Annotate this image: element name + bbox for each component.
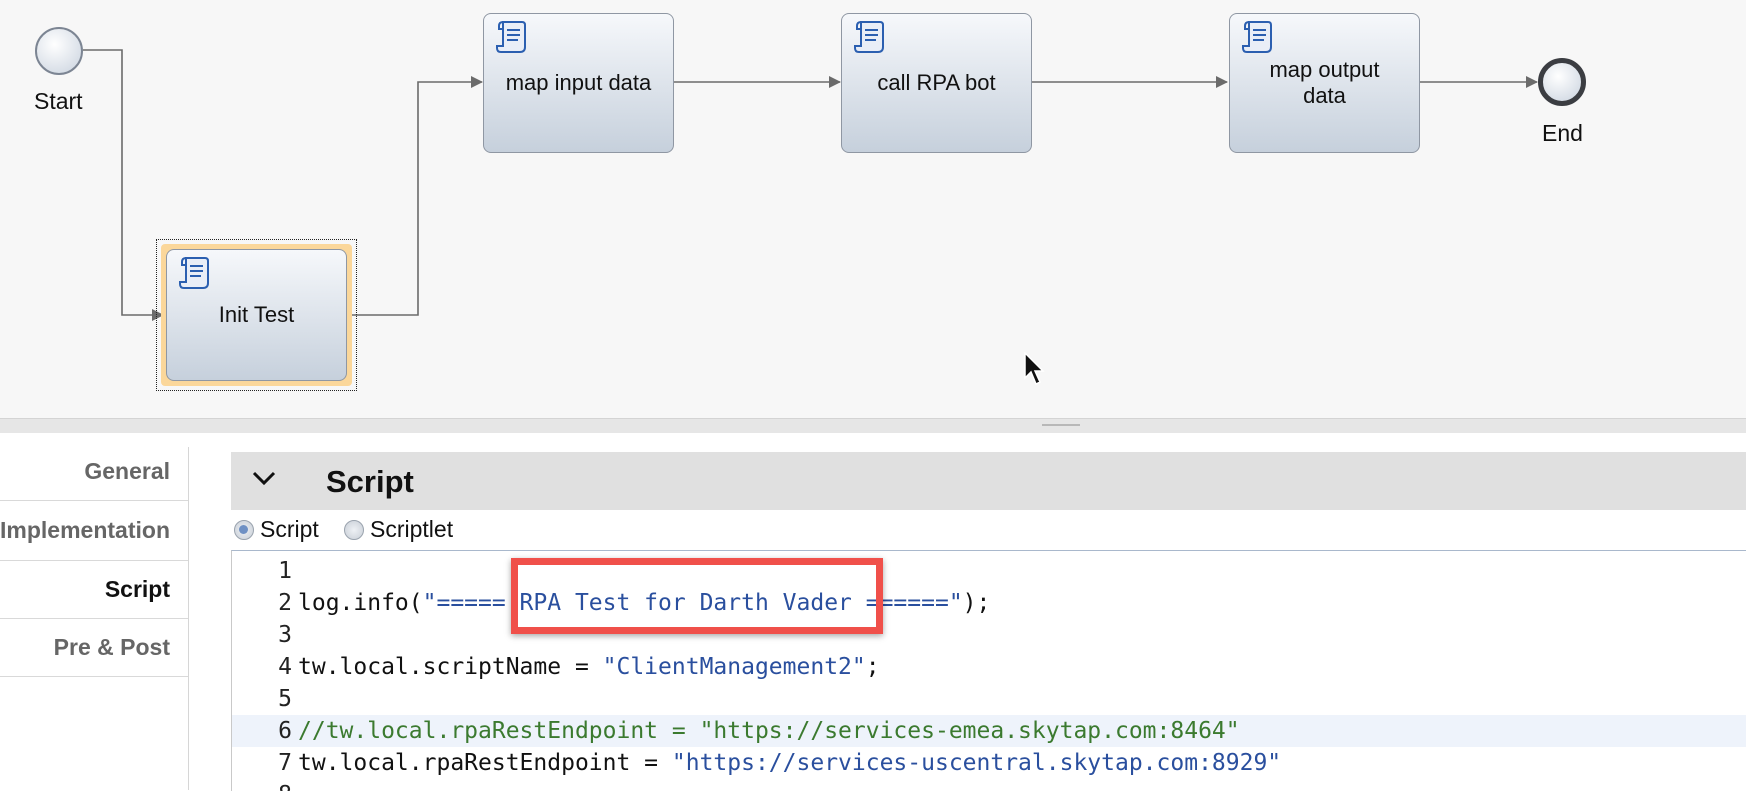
radio-label: Scriptlet <box>370 516 454 542</box>
line-number: 8 <box>232 779 292 791</box>
code-line[interactable]: 3 <box>232 619 1746 651</box>
tab-divider <box>0 500 188 501</box>
line-number: 4 <box>278 654 292 680</box>
comment-token: //tw.local.rpaRestEndpoint = "https://se… <box>298 718 1240 744</box>
code-text: //tw.local.rpaRestEndpoint = "https://se… <box>298 715 1240 747</box>
script-icon <box>854 21 884 53</box>
tab-divider <box>0 618 188 619</box>
task-label: map input data <box>505 70 652 95</box>
code-token: log.info( <box>298 590 423 616</box>
start-event[interactable] <box>35 27 83 75</box>
code-token: ); <box>962 590 991 616</box>
process-diagram-canvas[interactable]: Start Init Test map input data call RPA … <box>0 0 1746 418</box>
code-line[interactable]: 8 <box>232 779 1746 791</box>
tab-script[interactable]: Script <box>105 576 170 603</box>
tab-divider <box>0 560 188 561</box>
line-number: 1 <box>278 558 292 584</box>
line-number: 2 <box>278 590 292 616</box>
code-token: tw.local.scriptName = <box>298 654 603 680</box>
end-event-label: End <box>1542 120 1583 146</box>
code-line[interactable]: 1 <box>232 555 1746 587</box>
script-icon <box>496 21 526 53</box>
mouse-cursor-icon <box>1024 352 1045 386</box>
code-line[interactable]: 6//tw.local.rpaRestEndpoint = "https://s… <box>232 715 1746 747</box>
flow-init-to-map-input <box>352 76 483 316</box>
code-line[interactable]: 2 log.info("===== RPA Test for Darth Vade… <box>232 587 1746 619</box>
code-line[interactable]: 7 tw.local.rpaRestEndpoint = "https://ser… <box>232 747 1746 779</box>
radio-button[interactable] <box>344 519 364 540</box>
task-init-test[interactable]: Init Test <box>166 249 347 381</box>
line-number: 6 <box>278 718 292 744</box>
flow-start-to-init <box>83 49 164 321</box>
end-event[interactable] <box>1538 58 1586 106</box>
radio-button-checked[interactable] <box>234 519 254 540</box>
properties-side-tabs: General Implementation Script Pre & Post <box>0 447 189 790</box>
code-token: ; <box>865 654 880 680</box>
task-map-output-data[interactable]: map output data <box>1229 13 1420 153</box>
code-token: tw.local.rpaRestEndpoint = <box>298 750 672 776</box>
start-event-label: Start <box>34 88 83 114</box>
splitter-grip[interactable] <box>1042 424 1080 426</box>
tab-general[interactable]: General <box>84 458 170 485</box>
string-token: "ClientManagement2" <box>602 654 866 680</box>
panel-splitter[interactable] <box>0 418 1746 433</box>
annotation-highlight-box <box>511 558 883 634</box>
line-number: 5 <box>278 686 292 712</box>
script-icon <box>179 257 209 289</box>
string-token: "https://services-uscentral.skytap.com:8… <box>671 750 1282 776</box>
line-number: 3 <box>278 622 292 648</box>
line-number: 7 <box>278 750 292 776</box>
section-title: Script <box>326 464 414 499</box>
code-line[interactable]: 5 <box>232 683 1746 715</box>
radio-scriptlet[interactable]: Scriptlet <box>344 516 453 543</box>
radio-label: Script <box>260 516 319 542</box>
tab-pre-post[interactable]: Pre & Post <box>54 634 170 661</box>
radio-script[interactable]: Script <box>234 516 319 543</box>
task-label: call RPA bot <box>877 70 996 95</box>
script-icon <box>1242 21 1272 53</box>
task-label: Init Test <box>218 302 295 327</box>
chevron-down-icon[interactable] <box>251 469 277 487</box>
task-map-input-data[interactable]: map input data <box>483 13 674 153</box>
script-section-header[interactable]: Script <box>231 452 1746 510</box>
code-line[interactable]: 4 tw.local.scriptName = "ClientManagement… <box>232 651 1746 683</box>
code-text: tw.local.scriptName = "ClientManagement2… <box>298 651 880 683</box>
tab-implementation[interactable]: Implementation <box>0 517 170 544</box>
task-call-rpa-bot[interactable]: call RPA bot <box>841 13 1032 153</box>
tab-divider <box>0 676 188 677</box>
code-text: tw.local.rpaRestEndpoint = "https://serv… <box>298 747 1281 779</box>
task-label: map output data <box>1269 57 1380 108</box>
script-code-editor[interactable]: 1 2 log.info("===== RPA Test for Darth Vad… <box>231 550 1746 791</box>
